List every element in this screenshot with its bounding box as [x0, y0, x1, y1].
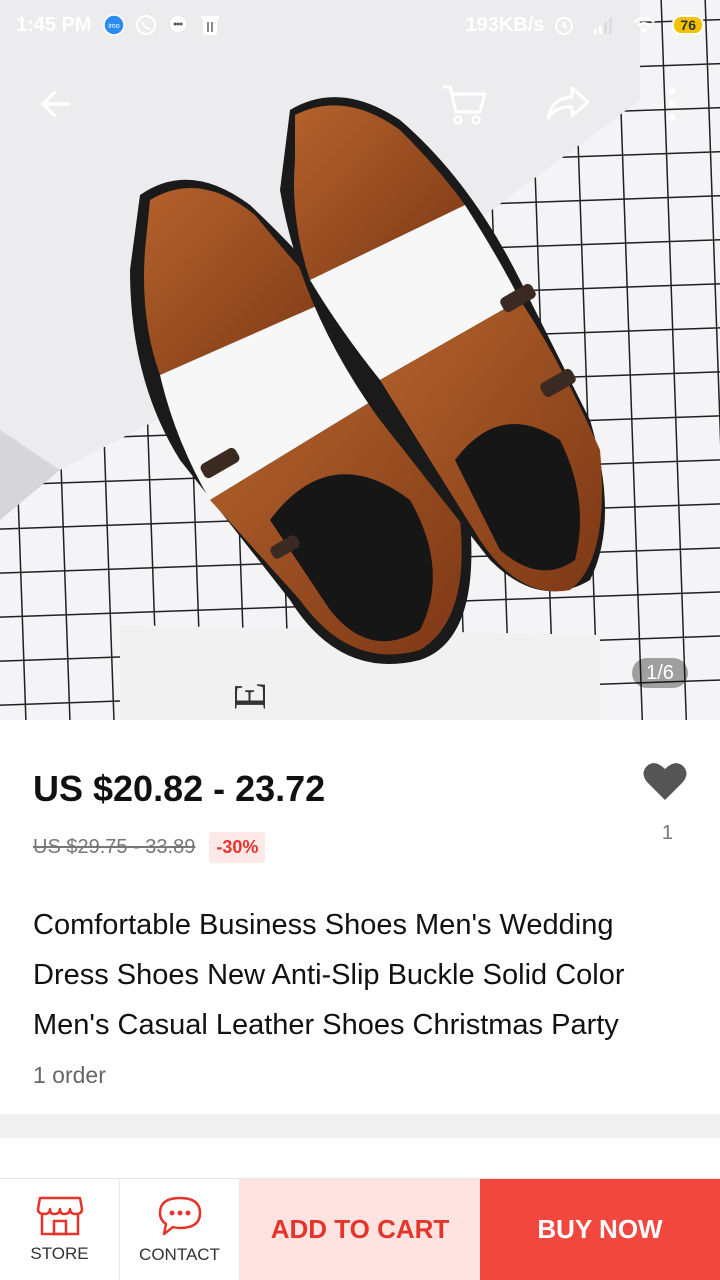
wifi-icon	[632, 13, 656, 37]
wishlist-count: 1	[661, 822, 673, 844]
imo-icon: imo	[102, 13, 126, 37]
signal-icon	[592, 13, 616, 37]
more-options-button[interactable]	[642, 74, 702, 134]
chat-notification-icon	[166, 13, 190, 37]
network-speed: 193KB/s	[465, 13, 545, 36]
section-divider	[0, 1114, 720, 1138]
product-price: US $20.82 - 23.72	[33, 768, 326, 809]
order-count: 1 order	[33, 1062, 106, 1088]
cart-button[interactable]	[434, 74, 494, 134]
store-button[interactable]: STORE	[0, 1179, 120, 1280]
discount-badge: -30%	[209, 832, 266, 863]
image-counter: 1/6	[632, 658, 688, 688]
add-to-cart-button[interactable]: ADD TO CART	[240, 1179, 480, 1280]
image-top-nav	[0, 74, 720, 134]
status-time: 1:45 PM	[16, 13, 92, 36]
heart-icon	[643, 763, 687, 800]
cart-icon	[443, 85, 487, 125]
alarm-icon	[552, 13, 576, 37]
contact-button[interactable]: CONTACT	[120, 1179, 240, 1280]
product-image-gallery[interactable]: E 1:45 PM imo 193KB/s 76 1/6	[0, 0, 720, 720]
shipping-section-peek	[0, 1138, 720, 1178]
store-label: STORE	[30, 1243, 89, 1263]
whatsapp-icon	[134, 13, 158, 37]
store-icon	[36, 1196, 83, 1235]
original-price-row: US $29.75 - 33.89 -30%	[33, 832, 266, 863]
svg-text:imo: imo	[108, 23, 119, 30]
product-info: US $20.82 - 23.72 US $29.75 - 33.89 -30%…	[0, 720, 720, 1114]
bottom-action-bar: STORE CONTACT ADD TO CART BUY NOW	[0, 1178, 720, 1280]
status-bar: 1:45 PM imo 193KB/s 76	[0, 0, 720, 50]
back-button[interactable]	[26, 74, 86, 134]
wishlist-button[interactable]	[642, 760, 692, 810]
share-button[interactable]	[538, 74, 598, 134]
buy-now-button[interactable]: BUY NOW	[480, 1179, 720, 1280]
battery-indicator: 76	[672, 15, 704, 35]
contact-label: CONTACT	[139, 1244, 220, 1264]
back-arrow-icon	[41, 91, 70, 117]
product-title: Comfortable Business Shoes Men's Wedding…	[33, 909, 625, 1041]
original-price: US $29.75 - 33.89	[33, 836, 196, 858]
share-icon	[546, 86, 590, 120]
svg-text:E: E	[224, 682, 275, 710]
chat-bubble-icon	[158, 1196, 201, 1235]
more-vertical-icon	[668, 87, 676, 121]
trash-icon	[198, 13, 222, 37]
